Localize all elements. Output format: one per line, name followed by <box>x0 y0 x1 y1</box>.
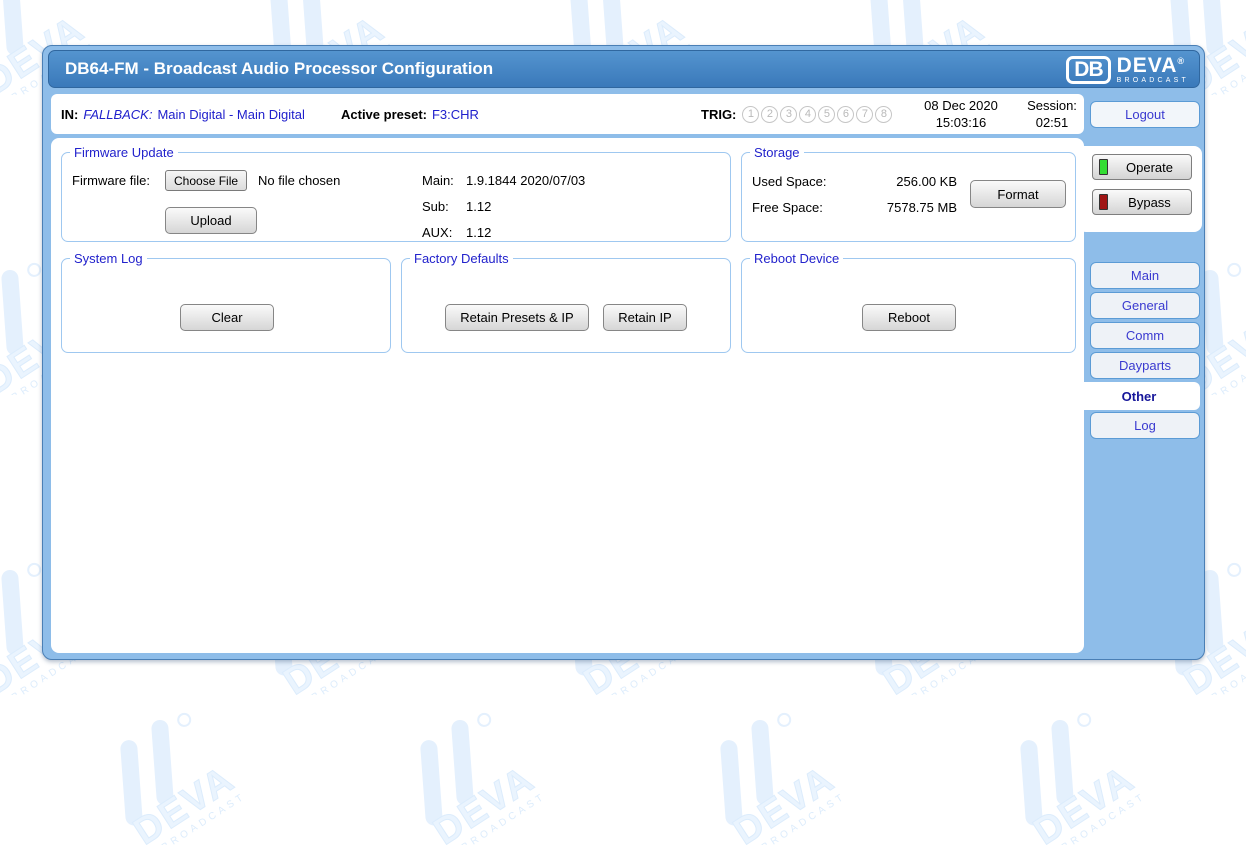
sidebar-item-log[interactable]: Log <box>1090 412 1200 439</box>
main-version-value: 1.9.1844 2020/07/03 <box>466 173 585 188</box>
session-label: Session: <box>1027 97 1077 114</box>
svg-text:DEVA: DEVA <box>126 758 242 845</box>
firmware-update-section: Firmware Update Firmware file: Choose Fi… <box>61 145 731 242</box>
used-space-label: Used Space: <box>752 174 862 189</box>
sub-version-label: Sub: <box>422 199 466 214</box>
input-status: IN: FALLBACK: Main Digital - Main Digita… <box>61 94 305 134</box>
time-value: 15:03:16 <box>936 114 987 131</box>
session-value: 02:51 <box>1036 114 1069 131</box>
system-log-legend: System Log <box>70 251 147 266</box>
trig-indicator-3: 3 <box>780 106 797 123</box>
deva-watermark: DEVABROADCAST <box>60 695 290 845</box>
clear-log-button[interactable]: Clear <box>180 304 274 331</box>
app-window: DB64-FM - Broadcast Audio Processor Conf… <box>42 45 1205 660</box>
bypass-button[interactable]: Bypass <box>1092 189 1192 215</box>
svg-text:BROADCAST: BROADCAST <box>460 791 548 845</box>
page-title: DB64-FM - Broadcast Audio Processor Conf… <box>49 59 493 79</box>
input-value: Main Digital - Main Digital <box>157 107 304 122</box>
free-space-label: Free Space: <box>752 200 862 215</box>
trig-indicator-1: 1 <box>742 106 759 123</box>
reboot-device-section: Reboot Device Reboot <box>741 251 1076 353</box>
preset-value: F3:CHR <box>432 107 479 122</box>
trig-indicator-5: 5 <box>818 106 835 123</box>
free-space-value: 7578.75 MB <box>862 200 957 215</box>
fallback-label: FALLBACK: <box>83 107 152 122</box>
factory-defaults-section: Factory Defaults Retain Presets & IP Ret… <box>401 251 731 353</box>
deva-watermark: DEVABROADCAST <box>660 695 890 845</box>
version-row-main: Main: 1.9.1844 2020/07/03 <box>422 173 585 188</box>
factory-defaults-legend: Factory Defaults <box>410 251 513 266</box>
free-space-row: Free Space: 7578.75 MB <box>752 200 957 215</box>
sidebar-item-dayparts[interactable]: Dayparts <box>1090 352 1200 379</box>
trig-indicator-8: 8 <box>875 106 892 123</box>
sidebar-item-comm[interactable]: Comm <box>1090 322 1200 349</box>
format-button[interactable]: Format <box>970 180 1066 208</box>
trig-indicator-4: 4 <box>799 106 816 123</box>
sidebar-item-other[interactable]: Other <box>1078 382 1200 410</box>
svg-text:BROADCAST: BROADCAST <box>1210 41 1246 95</box>
operate-button[interactable]: Operate <box>1092 154 1192 180</box>
logout-button[interactable]: Logout <box>1090 101 1200 128</box>
used-space-row: Used Space: 256.00 KB <box>752 174 957 189</box>
svg-text:DEVA: DEVA <box>426 758 542 845</box>
preset-label: Active preset: <box>341 107 427 122</box>
svg-text:BROADCAST: BROADCAST <box>160 791 248 845</box>
in-label: IN: <box>61 107 78 122</box>
reboot-device-legend: Reboot Device <box>750 251 843 266</box>
used-space-value: 256.00 KB <box>862 174 957 189</box>
trig-label: TRIG: <box>701 107 736 122</box>
aux-version-value: 1.12 <box>466 225 491 240</box>
trig-indicator-6: 6 <box>837 106 854 123</box>
no-file-chosen-text: No file chosen <box>258 173 340 188</box>
trig-indicator-2: 2 <box>761 106 778 123</box>
deva-logo: DB DEVA® BROADCAST <box>1066 55 1189 84</box>
active-preset: Active preset: F3:CHR <box>341 94 479 134</box>
version-row-sub: Sub: 1.12 <box>422 199 491 214</box>
sidebar-item-general[interactable]: General <box>1090 292 1200 319</box>
svg-text:DEVA: DEVA <box>726 758 842 845</box>
choose-file-button[interactable]: Choose File <box>165 170 247 191</box>
sub-version-value: 1.12 <box>466 199 491 214</box>
broadcast-wordmark: BROADCAST <box>1117 77 1189 84</box>
system-log-section: System Log Clear <box>61 251 391 353</box>
operate-led-icon <box>1099 159 1108 175</box>
datetime-display: 08 Dec 2020 15:03:16 <box>903 94 1019 134</box>
firmware-file-label: Firmware file: <box>72 173 150 188</box>
operate-bypass-panel: Operate Bypass <box>1078 146 1202 232</box>
date-value: 08 Dec 2020 <box>924 97 998 114</box>
storage-section: Storage Used Space: 256.00 KB Free Space… <box>741 145 1076 242</box>
trig-indicator-7: 7 <box>856 106 873 123</box>
status-bar: IN: FALLBACK: Main Digital - Main Digita… <box>51 94 1084 134</box>
svg-text:BROADCAST: BROADCAST <box>1060 791 1148 845</box>
svg-text:DEVA: DEVA <box>1026 758 1142 845</box>
deva-watermark: DEVABROADCAST <box>360 695 590 845</box>
trigger-indicators: TRIG: 1 2 3 4 5 6 7 8 <box>701 94 892 134</box>
aux-version-label: AUX: <box>422 225 466 240</box>
svg-text:BROADCAST: BROADCAST <box>760 791 848 845</box>
deva-wordmark: DEVA® <box>1117 55 1189 76</box>
main-content-panel: Firmware Update Firmware file: Choose Fi… <box>51 138 1084 653</box>
upload-button[interactable]: Upload <box>165 207 257 234</box>
sidebar-item-main[interactable]: Main <box>1090 262 1200 289</box>
bypass-led-icon <box>1099 194 1108 210</box>
version-row-aux: AUX: 1.12 <box>422 225 491 240</box>
svg-text:BROADCAST: BROADCAST <box>1210 341 1246 395</box>
retain-ip-button[interactable]: Retain IP <box>603 304 687 331</box>
storage-legend: Storage <box>750 145 804 160</box>
registered-mark: ® <box>1177 56 1185 66</box>
deva-db-mark-icon: DB <box>1066 56 1110 84</box>
reboot-button[interactable]: Reboot <box>862 304 956 331</box>
firmware-update-legend: Firmware Update <box>70 145 178 160</box>
svg-text:BROADCAST: BROADCAST <box>1210 641 1246 695</box>
session-display: Session: 02:51 <box>1023 94 1081 134</box>
window-titlebar: DB64-FM - Broadcast Audio Processor Conf… <box>48 50 1200 88</box>
main-version-label: Main: <box>422 173 466 188</box>
deva-watermark: DEVABROADCAST <box>960 695 1190 845</box>
retain-presets-ip-button[interactable]: Retain Presets & IP <box>445 304 589 331</box>
